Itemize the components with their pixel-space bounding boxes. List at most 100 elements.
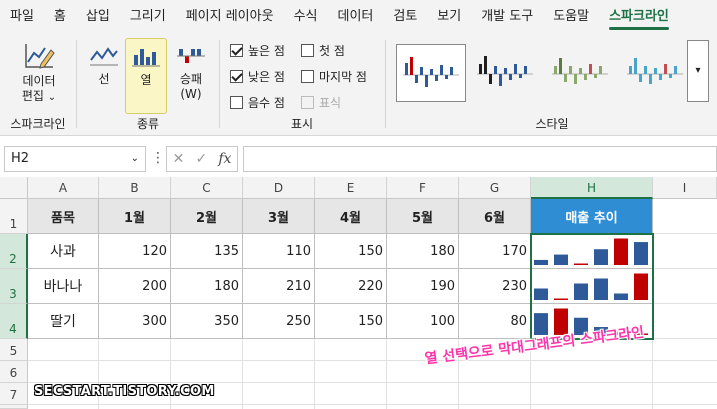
column-header-a[interactable]: A xyxy=(28,177,99,199)
value-cell[interactable]: 250 xyxy=(243,304,315,339)
row-header-6[interactable]: 6 xyxy=(0,361,28,383)
column-header-e[interactable]: E xyxy=(315,177,387,199)
value-cell[interactable]: 180 xyxy=(387,234,459,269)
group-label-sparkline: 스파크라인 xyxy=(10,117,66,131)
formula-input[interactable] xyxy=(243,146,717,172)
edit-data-button[interactable]: 데이터 편집 ⌄ xyxy=(8,42,70,108)
row-header-3[interactable]: 3 xyxy=(0,269,28,304)
value-cell[interactable]: 150 xyxy=(315,234,387,269)
column-header-c[interactable]: C xyxy=(171,177,243,199)
line-label: 선 xyxy=(98,72,110,86)
row-header-2[interactable]: 2 xyxy=(0,234,28,269)
spreadsheet-grid: A B C D E F G H I 1 2 3 4 5 6 7 품목 1월 2월… xyxy=(0,177,717,409)
last-point-checkbox[interactable]: 마지막 점 xyxy=(301,68,367,85)
menu-review[interactable]: 검토 xyxy=(383,0,427,34)
value-cell[interactable]: 300 xyxy=(99,304,171,339)
first-point-checkbox[interactable]: 첫 점 xyxy=(301,42,345,59)
menu-formulas[interactable]: 수식 xyxy=(284,0,328,34)
winloss-label-2: (W) xyxy=(180,87,202,101)
column-sparkline-button[interactable]: 열 xyxy=(125,38,167,114)
formula-actions: ✕ ✓ fx xyxy=(166,146,238,172)
header-cell-item[interactable]: 품목 xyxy=(28,199,99,234)
value-cell[interactable]: 210 xyxy=(243,269,315,304)
confirm-icon[interactable]: ✓ xyxy=(195,151,207,167)
style-thumb-1[interactable] xyxy=(396,44,466,102)
row-header-8[interactable] xyxy=(0,405,28,409)
column-header-b[interactable]: B xyxy=(99,177,171,199)
menu-file[interactable]: 파일 xyxy=(0,0,44,34)
cancel-icon[interactable]: ✕ xyxy=(173,151,185,167)
column-label: 열 xyxy=(140,73,152,87)
style-thumb-2[interactable] xyxy=(471,44,541,102)
value-cell[interactable]: 180 xyxy=(171,269,243,304)
line-chart-icon xyxy=(90,47,118,66)
column-header-h[interactable]: H xyxy=(531,177,653,199)
row-header-5[interactable]: 5 xyxy=(0,339,28,361)
value-cell[interactable]: 150 xyxy=(315,304,387,339)
ribbon: 데이터 편집 ⌄ 스파크라인 선 열 승패 (W) 종류 높은 점 낮은 점 음… xyxy=(0,34,717,136)
value-cell[interactable]: 230 xyxy=(459,269,531,304)
value-cell[interactable]: 200 xyxy=(99,269,171,304)
header-cell-month[interactable]: 5월 xyxy=(387,199,459,234)
item-name-cell[interactable]: 사과 xyxy=(28,234,99,269)
value-cell[interactable]: 135 xyxy=(171,234,243,269)
header-cell-month[interactable]: 1월 xyxy=(99,199,171,234)
winloss-sparkline-button[interactable]: 승패 (W) xyxy=(170,40,212,112)
menu-help[interactable]: 도움말 xyxy=(543,0,599,34)
column-header-d[interactable]: D xyxy=(243,177,315,199)
edit-data-label-1: 데이터 xyxy=(22,74,56,88)
negative-point-checkbox[interactable]: 음수 점 xyxy=(230,94,285,111)
menu-insert[interactable]: 삽입 xyxy=(76,0,120,34)
menu-sparkline[interactable]: 스파크라인 xyxy=(599,0,679,34)
menu-draw[interactable]: 그리기 xyxy=(120,0,176,34)
gridline xyxy=(28,382,717,383)
value-cell[interactable]: 110 xyxy=(243,234,315,269)
row-header-1[interactable]: 1 xyxy=(0,199,28,234)
name-box[interactable]: H2 ⌄ xyxy=(4,146,146,172)
header-cell-month[interactable]: 4월 xyxy=(315,199,387,234)
column-header-f[interactable]: F xyxy=(387,177,459,199)
last-point-label: 마지막 점 xyxy=(319,70,367,84)
checkbox-unchecked-icon xyxy=(301,96,314,109)
winloss-label-1: 승패 xyxy=(179,72,203,86)
style-thumb-3[interactable] xyxy=(546,44,616,102)
style-thumb-4[interactable] xyxy=(621,44,691,102)
row-header-4[interactable]: 4 xyxy=(0,304,28,339)
value-cell[interactable]: 120 xyxy=(99,234,171,269)
row-number: 2 xyxy=(9,252,17,266)
column-header-g[interactable]: G xyxy=(459,177,531,199)
line-sparkline-button[interactable]: 선 xyxy=(84,40,124,112)
item-name-cell[interactable]: 딸기 xyxy=(28,304,99,339)
menu-page-layout[interactable]: 페이지 레이아웃 xyxy=(176,0,284,34)
value-cell[interactable]: 350 xyxy=(171,304,243,339)
select-all-button[interactable] xyxy=(0,177,28,199)
group-separator xyxy=(219,40,220,128)
value-cell[interactable]: 190 xyxy=(387,269,459,304)
row-number: 5 xyxy=(9,344,18,358)
value-cell[interactable]: 100 xyxy=(387,304,459,339)
header-cell-month[interactable]: 3월 xyxy=(243,199,315,234)
header-cell-trend[interactable]: 매출 추이 xyxy=(531,199,653,234)
header-cell-month[interactable]: 2월 xyxy=(171,199,243,234)
menu-data[interactable]: 데이터 xyxy=(327,0,383,34)
menu-developer[interactable]: 개발 도구 xyxy=(471,0,543,34)
item-name-cell[interactable]: 바나나 xyxy=(28,269,99,304)
more-options-icon[interactable]: ⋮ xyxy=(151,150,165,166)
column-header-i[interactable]: I xyxy=(653,177,717,199)
high-point-label: 높은 점 xyxy=(248,44,285,58)
low-point-checkbox[interactable]: 낮은 점 xyxy=(230,68,285,85)
insert-function-button[interactable]: fx xyxy=(218,151,231,167)
menu-home[interactable]: 홈 xyxy=(44,0,76,34)
chevron-down-icon[interactable]: ⌄ xyxy=(131,147,139,171)
high-point-checkbox[interactable]: 높은 점 xyxy=(230,42,285,59)
style-more-button[interactable]: ▾ xyxy=(687,40,709,102)
markers-checkbox[interactable]: 표식 xyxy=(301,94,341,111)
row-header-7[interactable]: 7 xyxy=(0,383,28,405)
header-cell-month[interactable]: 6월 xyxy=(459,199,531,234)
value-cell[interactable]: 220 xyxy=(315,269,387,304)
gridline xyxy=(28,360,717,361)
row-number: 1 xyxy=(9,217,18,231)
value-cell[interactable]: 170 xyxy=(459,234,531,269)
menu-view[interactable]: 보기 xyxy=(427,0,471,34)
value-cell[interactable]: 80 xyxy=(459,304,531,339)
